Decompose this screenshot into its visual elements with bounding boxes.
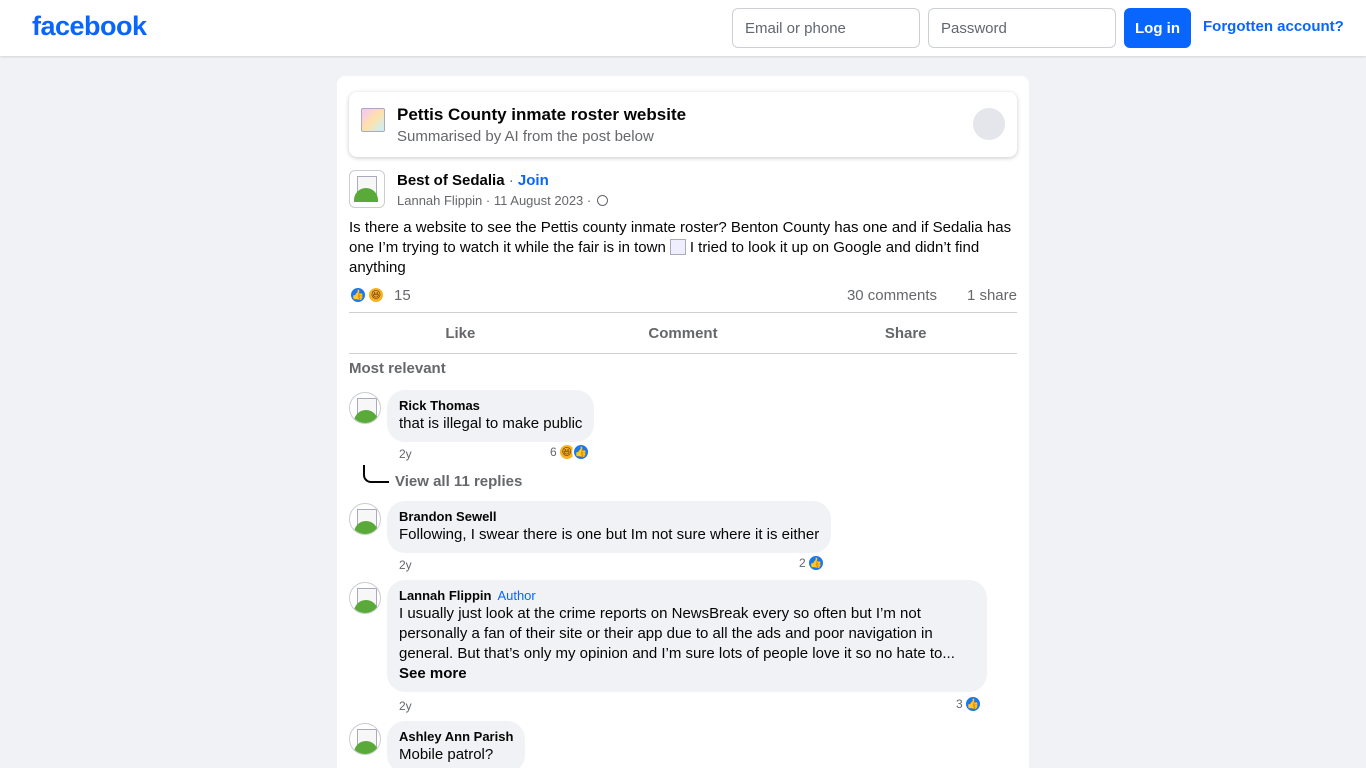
- globe-icon: [596, 195, 608, 206]
- action-bar: Like Comment Share: [349, 312, 1017, 354]
- comment-reactions[interactable]: 3 👍: [956, 695, 982, 713]
- comment-time[interactable]: 2y: [399, 447, 412, 461]
- commenter-avatar[interactable]: [349, 582, 381, 614]
- reaction-count[interactable]: 15: [394, 287, 411, 304]
- like-reaction-icon: 👍: [349, 286, 367, 304]
- comment-reaction-count: 2: [799, 556, 806, 570]
- like-reaction-icon: 👍: [963, 695, 982, 713]
- like-reaction-icon: 👍: [571, 443, 590, 461]
- comment-time[interactable]: 2y: [399, 699, 412, 713]
- comment-reaction-count: 6: [550, 445, 557, 459]
- commenter-name: Lannah Flippin Author: [399, 588, 975, 604]
- commenter-name[interactable]: Rick Thomas: [399, 398, 582, 414]
- commenter-name[interactable]: Brandon Sewell: [399, 509, 819, 525]
- shares-count[interactable]: 1 share: [967, 287, 1017, 304]
- comment-reactions[interactable]: 2 👍: [799, 554, 825, 572]
- commenter-name[interactable]: Ashley Ann Parish: [399, 729, 513, 745]
- comment-bubble: Ashley Ann Parish Mobile patrol?: [387, 721, 526, 768]
- ai-summary-icon: [361, 108, 385, 132]
- commenter-avatar[interactable]: [349, 503, 381, 535]
- group-header: Best of Sedalia · Join: [397, 172, 549, 189]
- separator: ·: [485, 193, 491, 208]
- replies-connector: [363, 465, 389, 483]
- password-input[interactable]: [928, 8, 1116, 48]
- ai-summary-title: Pettis County inmate roster website: [397, 105, 687, 124]
- comment-text: I usually just look at the crime reports…: [399, 605, 955, 662]
- commenter-name-text[interactable]: Lannah Flippin: [399, 588, 491, 603]
- comment-reaction-count: 3: [956, 697, 963, 711]
- author-badge: Author: [497, 588, 536, 603]
- separator: ·: [586, 193, 592, 208]
- like-reaction-icon: 👍: [806, 554, 825, 572]
- post-author[interactable]: Lannah Flippin: [397, 193, 482, 208]
- commenter-avatar[interactable]: [349, 723, 381, 755]
- emoji-image: [669, 239, 686, 255]
- top-bar: facebook Log in Forgotten account?: [0, 0, 1366, 56]
- comment-text: Mobile patrol?: [399, 746, 494, 763]
- haha-reaction-icon: 😆: [367, 286, 385, 304]
- ai-summary-expand-icon[interactable]: [973, 108, 1005, 140]
- comment-sort-dropdown[interactable]: Most relevant: [349, 360, 446, 377]
- comment-text: Following, I swear there is one but Im n…: [399, 526, 820, 543]
- comment-time[interactable]: 2y: [399, 558, 412, 572]
- post-meta: Lannah Flippin · 11 August 2023 ·: [397, 193, 608, 208]
- comment-bubble: Lannah Flippin Author I usually just look…: [387, 580, 987, 692]
- reaction-summary: 👍 😆 15 30 comments 1 share: [349, 284, 1017, 306]
- commenter-avatar[interactable]: [349, 392, 381, 424]
- see-more-link[interactable]: See more: [399, 664, 975, 684]
- share-button[interactable]: Share: [794, 313, 1017, 353]
- post-date[interactable]: 11 August 2023: [494, 193, 583, 208]
- join-link[interactable]: Join: [518, 172, 549, 189]
- comment-reactions[interactable]: 6 😆 👍: [550, 443, 590, 461]
- comment-bubble: Rick Thomas that is illegal to make publ…: [387, 390, 595, 442]
- post-text: Is there a website to see the Pettis cou…: [349, 218, 1017, 278]
- facebook-logo[interactable]: facebook: [32, 11, 147, 42]
- like-button[interactable]: Like: [349, 313, 572, 353]
- view-replies-link[interactable]: View all 11 replies: [395, 473, 522, 490]
- email-input[interactable]: [732, 8, 920, 48]
- ai-summary-subtitle: Summarised by AI from the post below: [397, 128, 654, 145]
- separator: ·: [508, 172, 514, 189]
- comment-text: that is illegal to make public: [399, 415, 583, 432]
- post-card: Pettis County inmate roster website Summ…: [337, 76, 1029, 768]
- group-avatar[interactable]: [349, 170, 385, 208]
- login-button[interactable]: Log in: [1124, 8, 1191, 48]
- comments-count[interactable]: 30 comments: [847, 287, 937, 304]
- ai-summary-box[interactable]: Pettis County inmate roster website Summ…: [349, 92, 1017, 157]
- forgot-account-link[interactable]: Forgotten account?: [1203, 18, 1344, 35]
- group-name[interactable]: Best of Sedalia: [397, 172, 505, 189]
- comment-button[interactable]: Comment: [572, 313, 795, 353]
- comment-bubble: Brandon Sewell Following, I swear there …: [387, 501, 832, 553]
